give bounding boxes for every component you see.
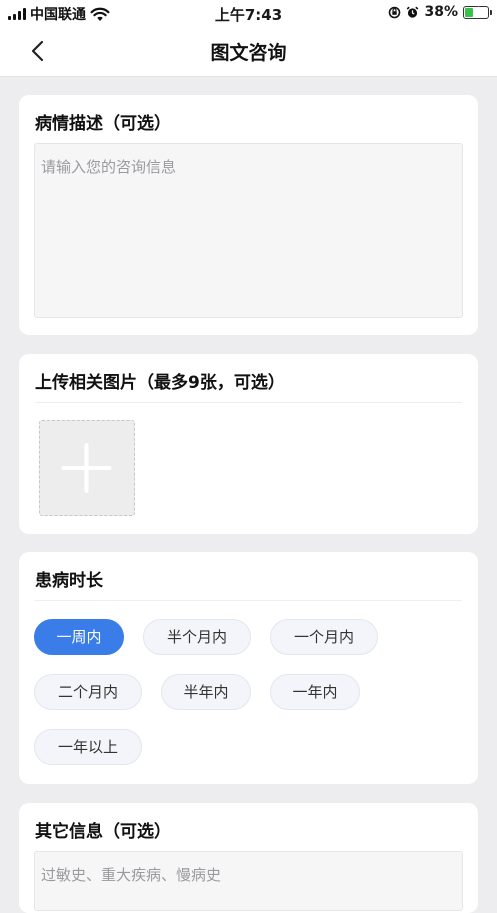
plus-icon (61, 443, 112, 493)
other-info-input[interactable] (34, 851, 463, 911)
alarm-icon (407, 6, 419, 18)
duration-option[interactable]: 一年内 (270, 674, 360, 710)
battery-percent: 38% (424, 4, 458, 20)
battery-charging-icon: ⚡ (463, 3, 492, 19)
duration-option[interactable]: 一周内 (34, 619, 124, 655)
duration-title: 患病时长 (35, 571, 103, 591)
duration-option[interactable]: 半年内 (161, 674, 251, 710)
upload-title: 上传相关图片（最多9张，可选） (35, 373, 285, 393)
other-info-card: 其它信息（可选） (19, 803, 478, 913)
duration-divider (35, 600, 462, 601)
nav-bar: 图文咨询 (0, 26, 497, 77)
status-bar: 中国联通 上午7:43 38% ⚡ (0, 0, 497, 26)
duration-option[interactable]: 一年以上 (34, 729, 142, 765)
add-image-button[interactable] (39, 420, 135, 516)
duration-card: 患病时长 一周内 半个月内 一个月内 二个月内 半年内 一年内 一年以上 (19, 552, 478, 784)
description-title: 病情描述（可选） (35, 114, 171, 134)
upload-divider (35, 402, 462, 403)
page-title: 图文咨询 (210, 42, 287, 64)
status-bar-right: 38% ⚡ (388, 3, 492, 20)
duration-option[interactable]: 一个月内 (270, 619, 378, 655)
upload-card: 上传相关图片（最多9张，可选） (19, 354, 478, 534)
description-card: 病情描述（可选） (19, 95, 478, 335)
other-info-title: 其它信息（可选） (35, 822, 171, 842)
duration-option[interactable]: 半个月内 (143, 619, 251, 655)
duration-option[interactable]: 二个月内 (34, 674, 142, 710)
orientation-lock-icon (389, 6, 401, 18)
description-input[interactable] (34, 143, 463, 318)
charging-bolt-icon: ⚡ (471, 3, 481, 18)
